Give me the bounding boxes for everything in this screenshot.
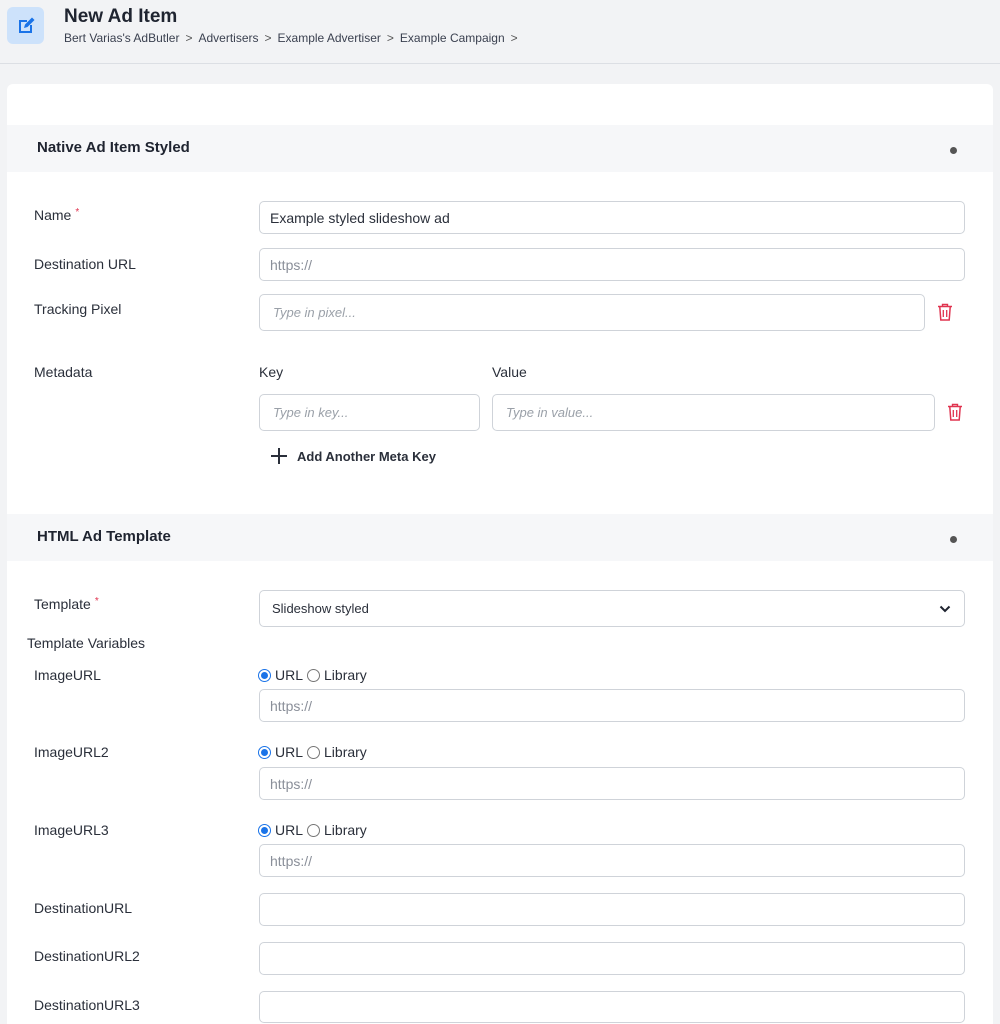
- breadcrumb-separator: >: [386, 31, 394, 45]
- section-title: Native Ad Item Styled: [37, 139, 190, 156]
- add-meta-key-button[interactable]: Add Another Meta Key: [270, 447, 436, 465]
- section-title: HTML Ad Template: [37, 528, 171, 545]
- edit-icon: [7, 7, 44, 44]
- key-header: Key: [259, 364, 284, 380]
- radio-library[interactable]: [307, 745, 321, 759]
- image-url3-source-radios: URL Library: [258, 822, 371, 838]
- name-label: Name *: [34, 207, 80, 223]
- value-header: Value: [492, 364, 527, 380]
- radio-url[interactable]: [258, 668, 271, 682]
- breadcrumb-separator: >: [185, 31, 193, 45]
- image-url3-label: ImageURL3: [34, 822, 109, 838]
- image-url-label: ImageURL: [34, 667, 101, 683]
- collapse-dot-icon[interactable]: [950, 147, 957, 154]
- image-url-source-radios: URL Library: [258, 667, 371, 683]
- chevron-down-icon: [939, 605, 951, 613]
- destination-url-2-input[interactable]: [259, 942, 965, 975]
- meta-value-input[interactable]: Type in value...: [492, 394, 935, 431]
- name-input[interactable]: Example styled slideshow ad: [259, 201, 965, 234]
- trash-icon[interactable]: [947, 403, 963, 421]
- breadcrumb: Bert Varias's AdButler > Advertisers > Exa…: [64, 31, 524, 45]
- template-select[interactable]: Slideshow styled: [259, 590, 965, 627]
- radio-url[interactable]: [258, 745, 271, 759]
- page-header: New Ad Item Bert Varias's AdButler > Adve…: [0, 0, 1000, 64]
- radio-url[interactable]: [258, 823, 271, 837]
- add-meta-key-label: Add Another Meta Key: [297, 448, 436, 464]
- tracking-pixel-input[interactable]: Type in pixel...: [259, 294, 925, 331]
- destination-url-1-input[interactable]: [259, 893, 965, 926]
- plus-icon: [271, 448, 287, 464]
- image-url-input[interactable]: https://: [259, 689, 965, 722]
- radio-library[interactable]: [307, 823, 321, 837]
- template-label: Template *: [34, 596, 99, 612]
- image-url2-input[interactable]: https://: [259, 767, 965, 800]
- template-select-value: Slideshow styled: [272, 601, 369, 616]
- breadcrumb-item-advertiser[interactable]: Example Advertiser: [278, 31, 381, 45]
- native-section-header[interactable]: Native Ad Item Styled: [7, 125, 993, 172]
- breadcrumb-separator: >: [264, 31, 272, 45]
- destination-url-label: Destination URL: [34, 256, 136, 272]
- breadcrumb-item-campaign[interactable]: Example Campaign: [400, 31, 505, 45]
- template-section-header[interactable]: HTML Ad Template: [7, 514, 993, 561]
- destination-url-3-label: DestinationURL3: [34, 997, 140, 1013]
- destination-url-2-label: DestinationURL2: [34, 948, 140, 964]
- breadcrumb-separator: >: [510, 31, 518, 45]
- meta-key-input[interactable]: Type in key...: [259, 394, 480, 431]
- image-url2-source-radios: URL Library: [258, 744, 371, 760]
- destination-url-input[interactable]: https://: [259, 248, 965, 281]
- page-title: New Ad Item: [64, 6, 178, 27]
- required-mark: *: [75, 207, 80, 218]
- trash-icon[interactable]: [937, 303, 953, 321]
- metadata-label: Metadata: [34, 364, 93, 380]
- collapse-dot-icon[interactable]: [950, 536, 957, 543]
- breadcrumb-item-adbutler[interactable]: Bert Varias's AdButler: [64, 31, 179, 45]
- breadcrumb-item-advertisers[interactable]: Advertisers: [198, 31, 258, 45]
- required-mark: *: [94, 596, 99, 607]
- radio-library[interactable]: [307, 668, 321, 682]
- image-url3-input[interactable]: https://: [259, 844, 965, 877]
- destination-url-1-label: DestinationURL: [34, 900, 133, 916]
- destination-url-3-input[interactable]: [259, 991, 965, 1023]
- tracking-pixel-label: Tracking Pixel: [34, 301, 122, 317]
- image-url2-label: ImageURL2: [34, 744, 109, 760]
- template-variables-label: Template Variables: [27, 635, 146, 651]
